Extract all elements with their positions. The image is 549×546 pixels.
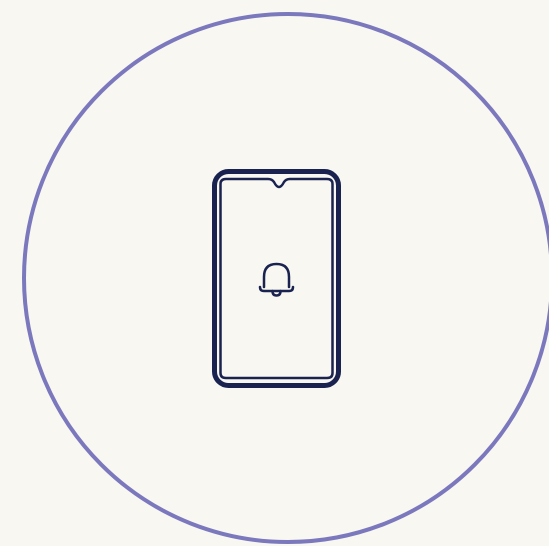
circle-outline-icon [22, 12, 549, 544]
bell-icon [258, 262, 295, 297]
illustration-canvas [0, 0, 549, 546]
smartphone-icon [212, 169, 341, 388]
notification-illustration [22, 12, 549, 544]
